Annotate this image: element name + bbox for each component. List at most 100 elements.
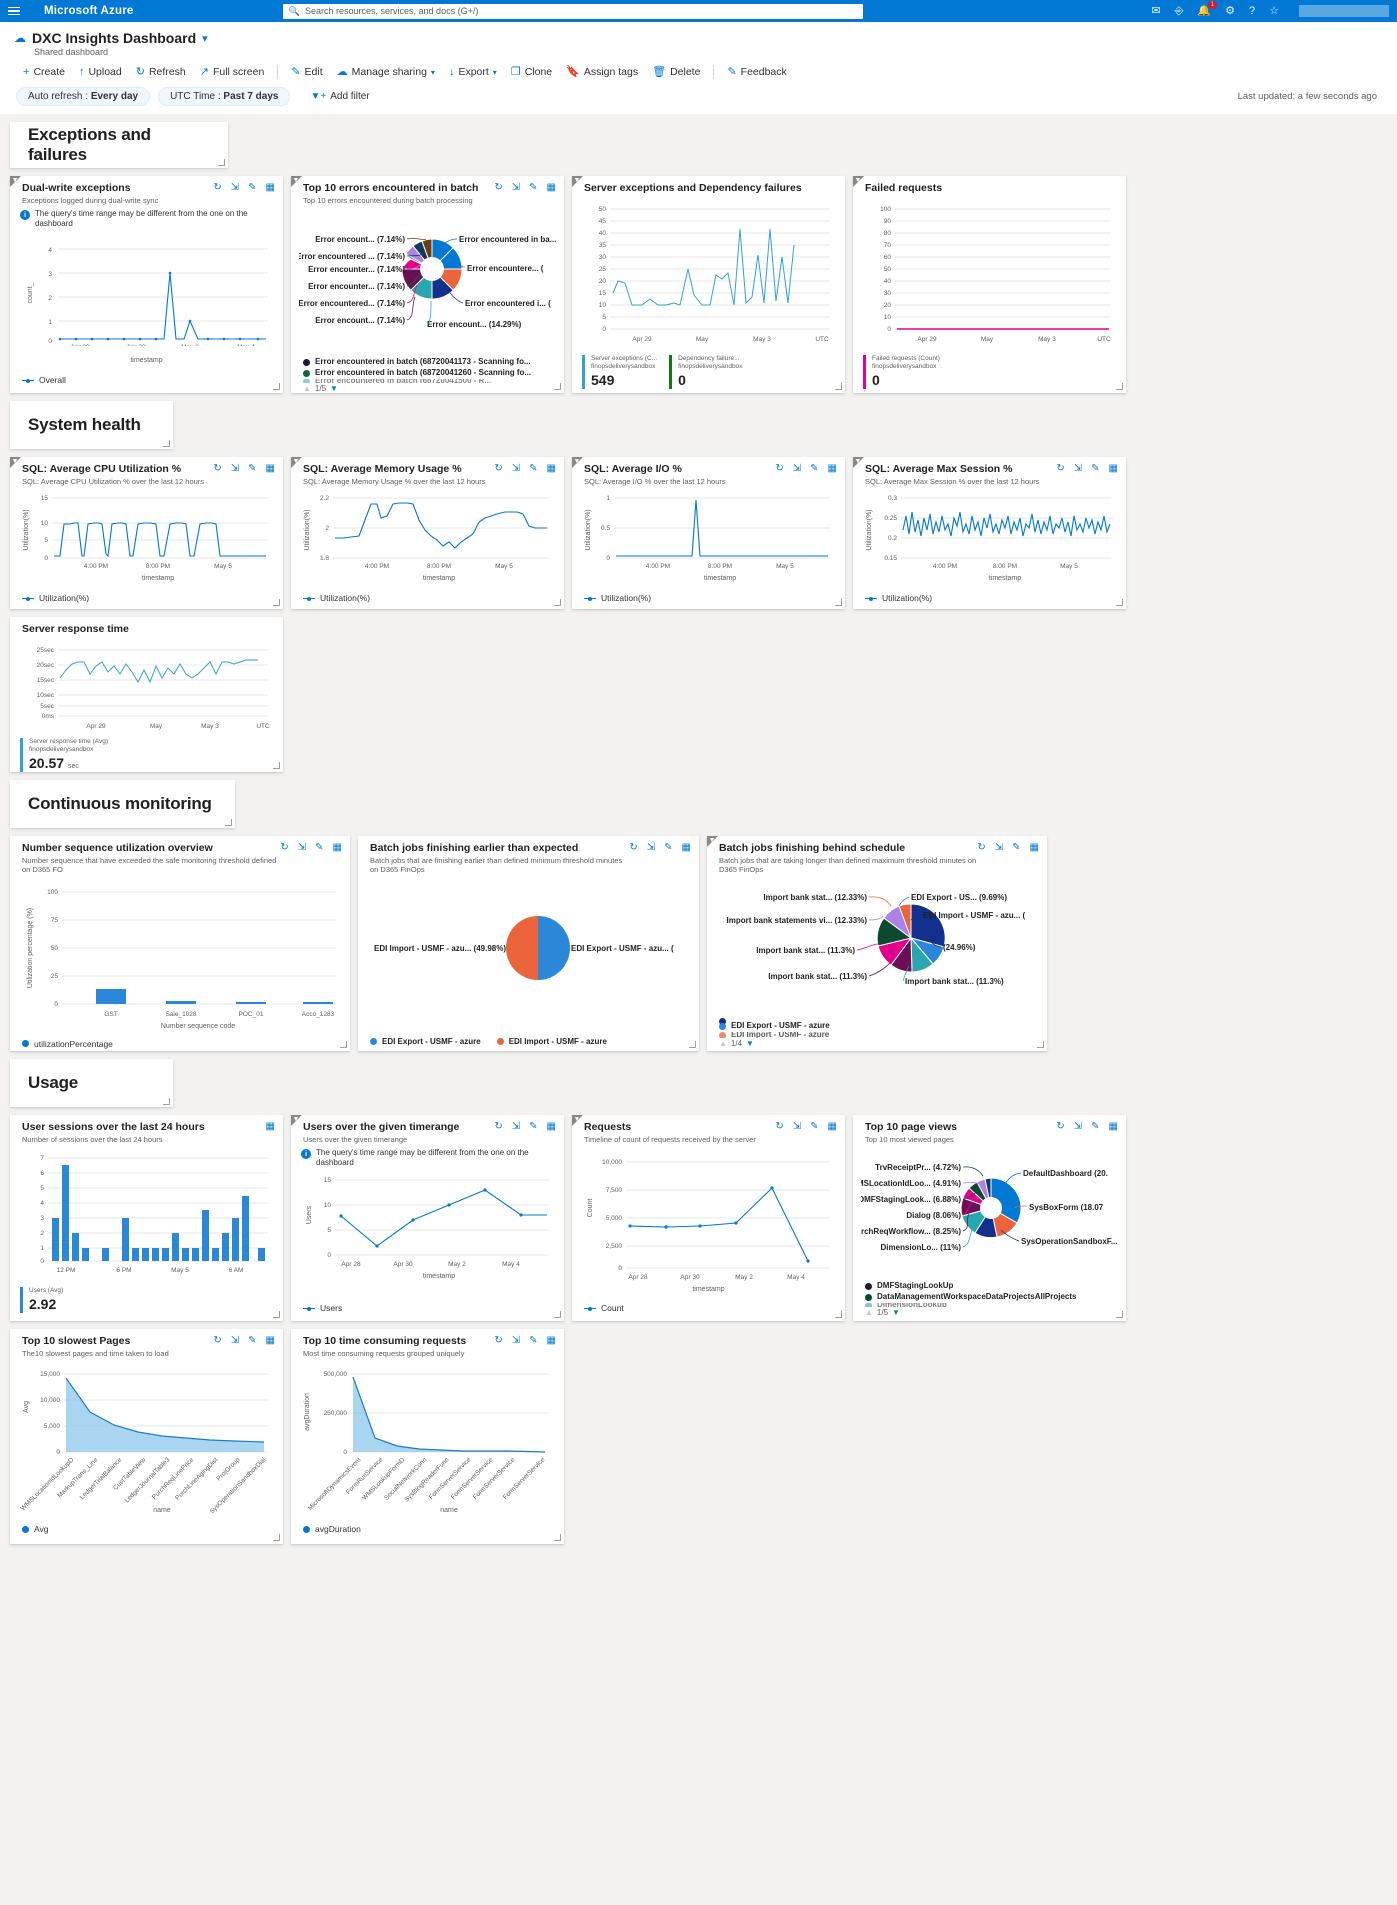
pin-icon[interactable]: ⇲ (231, 1336, 239, 1346)
resize-handle[interactable] (554, 1534, 561, 1541)
resize-handle[interactable] (273, 762, 280, 769)
feedback-icon[interactable]: ☆ (1269, 5, 1279, 17)
tile-batch-jobs-early[interactable]: Batch jobs finishing earlier than expect… (358, 836, 699, 1051)
pin-icon[interactable]: ⇲ (1074, 464, 1082, 474)
open-chart-icon[interactable]: ▦ (266, 464, 275, 474)
resize-handle[interactable] (163, 440, 170, 447)
assign-tags-button[interactable]: 🔖 Assign tags (559, 63, 645, 81)
pin-icon[interactable]: ⇲ (512, 1122, 520, 1132)
open-chart-icon[interactable]: ▦ (547, 183, 556, 193)
edit-icon[interactable]: ✎ (529, 183, 537, 193)
open-chart-icon[interactable]: ▦ (828, 1122, 837, 1132)
auto-refresh-filter[interactable]: Auto refresh : Every day (16, 87, 151, 106)
pin-icon[interactable]: ⇲ (647, 843, 655, 853)
refresh-icon[interactable]: ↻ (1056, 464, 1064, 474)
chart-legend[interactable]: Utilization(%) (291, 591, 564, 603)
cloud-shell-icon[interactable]: ⎆ (1175, 5, 1184, 17)
azure-brand[interactable]: Microsoft Azure (30, 5, 133, 17)
export-button[interactable]: ↓ Export ▾ (442, 63, 504, 81)
legend-item[interactable]: EDI Export - USMF - azure (370, 1037, 481, 1048)
create-button[interactable]: + Create (16, 63, 72, 81)
resize-handle[interactable] (554, 1311, 561, 1318)
legend-item[interactable]: DataManagementWorkspaceDataProjectsAllPr… (865, 1292, 1126, 1303)
resize-handle[interactable] (1037, 1041, 1044, 1048)
refresh-icon[interactable]: ↻ (494, 183, 502, 193)
chevron-down-icon[interactable]: ▾ (202, 32, 208, 45)
edit-icon[interactable]: ✎ (315, 843, 323, 853)
chart-legend[interactable]: utilizationPercentage (10, 1037, 350, 1049)
chart-legend[interactable]: Overall (10, 373, 283, 385)
tile-user-sessions[interactable]: User sessions over the last 24 hours Num… (10, 1115, 283, 1321)
tile-slowest-pages[interactable]: Top 10 slowest Pages The10 slowest pages… (10, 1329, 283, 1544)
menu-icon[interactable] (8, 6, 20, 16)
notifications-icon[interactable]: 🔔 1 (1197, 0, 1218, 17)
refresh-icon[interactable]: ↻ (629, 843, 637, 853)
tile-sql-io[interactable]: ▼ SQL: Average I/O % SQL: Average I/O % … (572, 457, 845, 609)
tile-time-consuming-requests[interactable]: Top 10 time consuming requests Most time… (291, 1329, 564, 1544)
resize-handle[interactable] (1116, 383, 1123, 390)
tile-top-page-views[interactable]: Top 10 page views Top 10 most viewed pag… (853, 1115, 1126, 1321)
legend-pager[interactable]: ▲ 1/5 ▼ (853, 1307, 1126, 1321)
resize-handle[interactable] (835, 599, 842, 606)
legend-item-clipped[interactable]: DimensionLookup (865, 1303, 1126, 1307)
edit-icon[interactable]: ✎ (248, 464, 256, 474)
pager-down-icon[interactable]: ▼ (330, 384, 338, 393)
resize-handle[interactable] (835, 383, 842, 390)
add-filter-button[interactable]: ▼+ Add filter (298, 87, 382, 106)
chart-legend[interactable]: Utilization(%) (10, 591, 283, 603)
pager-up-icon[interactable]: ▲ (303, 384, 311, 393)
global-search-input[interactable]: 🔍 Search resources, services, and docs (… (282, 3, 863, 19)
upload-button[interactable]: ↑ Upload (72, 63, 129, 81)
mail-icon[interactable]: ✉ (1151, 5, 1160, 17)
refresh-icon[interactable]: ↻ (977, 843, 985, 853)
resize-handle[interactable] (554, 383, 561, 390)
pin-icon[interactable]: ⇲ (512, 183, 520, 193)
refresh-icon[interactable]: ↻ (494, 1336, 502, 1346)
pin-icon[interactable]: ⇲ (1074, 1122, 1082, 1132)
resize-handle[interactable] (1116, 599, 1123, 606)
open-chart-icon[interactable]: ▦ (1030, 843, 1039, 853)
edit-icon[interactable]: ✎ (810, 464, 818, 474)
refresh-button[interactable]: ↻ Refresh (129, 63, 193, 81)
open-chart-icon[interactable]: ▦ (682, 843, 691, 853)
resize-handle[interactable] (689, 1041, 696, 1048)
legend-item-clipped[interactable]: EDI Import - USMF - azure (719, 1032, 1047, 1039)
manage-sharing-button[interactable]: ☁ Manage sharing ▾ (330, 63, 442, 81)
open-chart-icon[interactable]: ▦ (547, 464, 556, 474)
edit-icon[interactable]: ✎ (664, 843, 672, 853)
edit-icon[interactable]: ✎ (248, 183, 256, 193)
open-chart-icon[interactable]: ▦ (828, 464, 837, 474)
legend-pager[interactable]: ▲ 1/4 ▼ (707, 1038, 1047, 1054)
legend-item[interactable]: EDI Export - USMF - azure (719, 1021, 1047, 1032)
resize-handle[interactable] (1116, 1311, 1123, 1318)
tile-sql-memory[interactable]: ▼ SQL: Average Memory Usage % SQL: Avera… (291, 457, 564, 609)
tile-sql-max-session[interactable]: ▼ SQL: Average Max Session % SQL: Averag… (853, 457, 1126, 609)
chart-legend[interactable]: Count (572, 1301, 845, 1313)
tile-number-sequence[interactable]: Number sequence utilization overview Num… (10, 836, 350, 1051)
pager-down-icon[interactable]: ▼ (892, 1308, 900, 1317)
pin-icon[interactable]: ⇲ (298, 843, 306, 853)
resize-handle[interactable] (273, 1311, 280, 1318)
pager-up-icon[interactable]: ▲ (865, 1308, 873, 1317)
legend-item[interactable]: Error encountered in batch (68720041260 … (303, 368, 564, 379)
pin-icon[interactable]: ⇲ (512, 1336, 520, 1346)
chart-legend[interactable]: Utilization(%) (853, 591, 1126, 603)
feedback-button[interactable]: ✎ Feedback (720, 63, 793, 81)
edit-icon[interactable]: ✎ (1012, 843, 1020, 853)
tile-top10-errors[interactable]: ▼ Top 10 errors encountered in batch Top… (291, 176, 564, 393)
edit-icon[interactable]: ✎ (529, 1336, 537, 1346)
section-header-continuous-monitoring[interactable]: Continuous monitoring (10, 780, 235, 828)
pin-icon[interactable]: ⇲ (231, 464, 239, 474)
tile-batch-jobs-late[interactable]: ▼ Batch jobs finishing behind schedule B… (707, 836, 1047, 1051)
open-chart-icon[interactable]: ▦ (1109, 464, 1118, 474)
open-chart-icon[interactable]: ▦ (1109, 1122, 1118, 1132)
fullscreen-button[interactable]: ↗ Full screen (193, 63, 272, 81)
refresh-icon[interactable]: ↻ (213, 464, 221, 474)
refresh-icon[interactable]: ↻ (494, 1122, 502, 1132)
pin-icon[interactable]: ⇲ (231, 183, 239, 193)
pin-icon[interactable]: ⇲ (512, 464, 520, 474)
tile-failed-requests[interactable]: ▼ Failed requests 100 90 80 70 60 50 40 (853, 176, 1126, 393)
open-chart-icon[interactable]: ▦ (333, 843, 342, 853)
account-avatar[interactable] (1298, 5, 1389, 17)
tile-users-timerange[interactable]: ▼ Users over the given timerange Users o… (291, 1115, 564, 1321)
